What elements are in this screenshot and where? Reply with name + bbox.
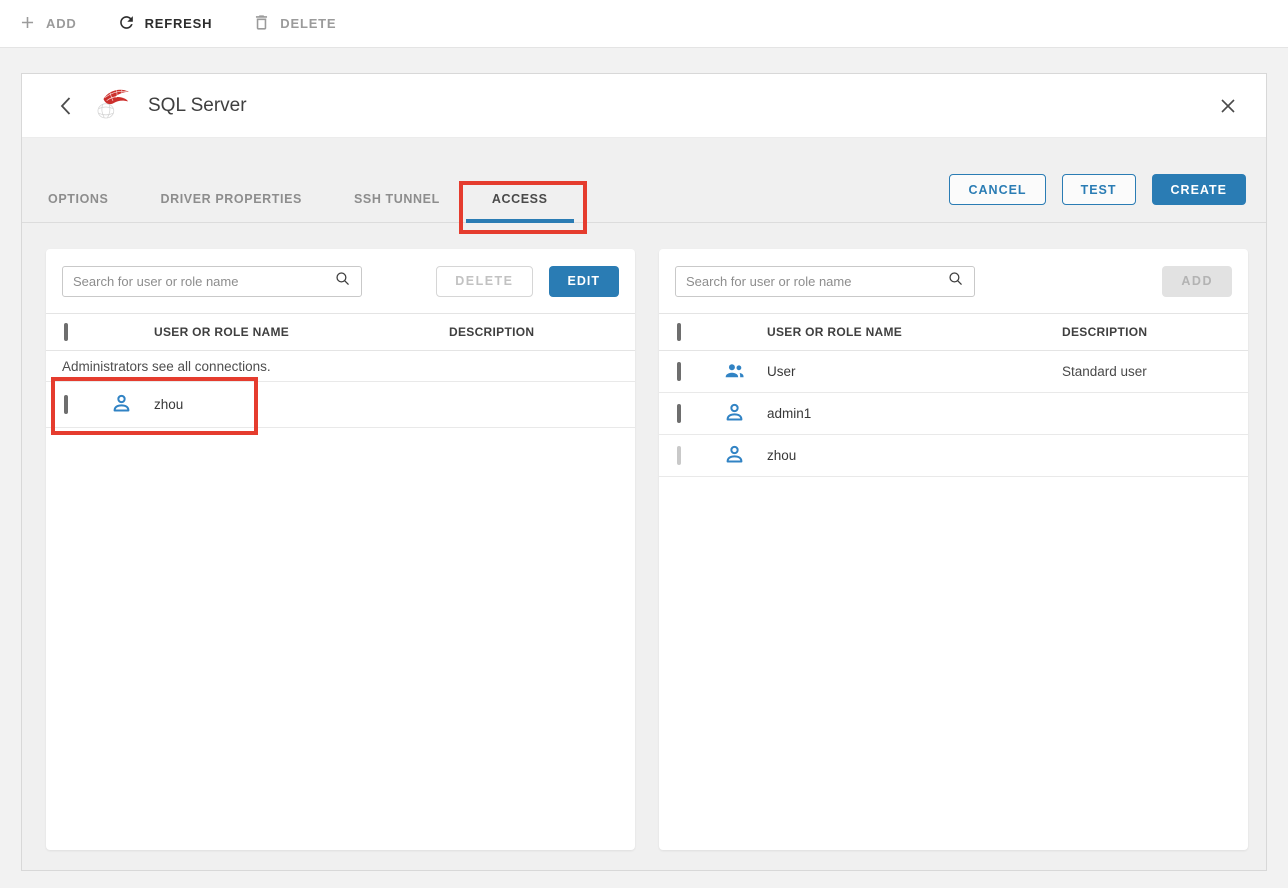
available-users-panel: ADD USER OR ROLE NAME DESCRIPTION [659, 249, 1248, 850]
test-button[interactable]: TEST [1062, 174, 1136, 205]
available-col-description: DESCRIPTION [1062, 325, 1248, 339]
row-name: zhou [144, 397, 449, 412]
grant-add-button[interactable]: ADD [1162, 266, 1232, 297]
row-name: zhou [757, 448, 1062, 463]
row-checkbox[interactable] [677, 362, 681, 381]
tab-driver-properties[interactable]: DRIVER PROPERTIES [134, 176, 327, 222]
search-icon [947, 270, 964, 292]
edit-button[interactable]: EDIT [549, 266, 619, 297]
row-name: admin1 [757, 406, 1062, 421]
refresh-label: REFRESH [145, 16, 213, 31]
refresh-button[interactable]: REFRESH [117, 13, 213, 35]
granted-col-name: USER OR ROLE NAME [144, 325, 449, 339]
tab-options[interactable]: OPTIONS [22, 176, 134, 222]
granted-panel-toolbar: DELETE EDIT [46, 249, 635, 313]
trash-icon [252, 13, 271, 35]
cancel-button[interactable]: CANCEL [949, 174, 1045, 205]
granted-search-input[interactable] [73, 274, 334, 289]
row-checkbox[interactable] [677, 404, 681, 423]
dialog-title: SQL Server [148, 95, 247, 117]
create-button[interactable]: CREATE [1152, 174, 1246, 205]
granted-users-panel: DELETE EDIT USER OR ROLE NAME DESCRIPTIO… [46, 249, 635, 850]
revoke-delete-button[interactable]: DELETE [436, 266, 532, 297]
available-search-box [675, 266, 975, 297]
top-toolbar: ADD REFRESH DELETE [0, 0, 1288, 48]
table-row-available-admin1[interactable]: admin1 [659, 393, 1248, 435]
available-col-name: USER OR ROLE NAME [757, 325, 1062, 339]
add-connection-button[interactable]: ADD [18, 13, 77, 35]
granted-select-all-checkbox[interactable] [64, 323, 68, 341]
connection-dialog: SQL Server OPTIONS DRIVER PROPERTIES SSH… [21, 73, 1267, 871]
user-icon [110, 392, 133, 418]
user-icon [723, 401, 746, 427]
row-name: User [757, 364, 1062, 379]
available-panel-toolbar: ADD [659, 249, 1248, 313]
dialog-actions: CANCEL TEST CREATE [949, 174, 1246, 205]
tab-access[interactable]: ACCESS [466, 176, 574, 222]
table-row-available-user[interactable]: User Standard user [659, 351, 1248, 393]
refresh-icon [117, 13, 136, 35]
tab-ssh-tunnel[interactable]: SSH TUNNEL [328, 176, 466, 222]
row-checkbox[interactable] [64, 395, 68, 414]
delete-label: DELETE [280, 16, 336, 31]
sql-server-logo-icon [94, 84, 132, 127]
dialog-header: SQL Server [22, 74, 1266, 138]
add-label: ADD [46, 16, 77, 31]
user-icon [723, 443, 746, 469]
table-row-granted-zhou[interactable]: zhou [46, 382, 635, 428]
available-table-header: USER OR ROLE NAME DESCRIPTION [659, 313, 1248, 351]
close-icon[interactable] [1214, 92, 1242, 120]
row-checkbox-disabled [677, 446, 681, 465]
available-search-input[interactable] [686, 274, 947, 289]
granted-table-header: USER OR ROLE NAME DESCRIPTION [46, 313, 635, 351]
delete-connection-button[interactable]: DELETE [252, 13, 336, 35]
row-description: Standard user [1062, 364, 1248, 379]
granted-search-box [62, 266, 362, 297]
back-chevron-icon[interactable] [52, 93, 78, 119]
available-select-all-checkbox[interactable] [677, 323, 681, 341]
table-row-available-zhou[interactable]: zhou [659, 435, 1248, 477]
plus-icon [18, 13, 37, 35]
admins-note: Administrators see all connections. [46, 351, 635, 382]
team-icon [723, 359, 746, 385]
granted-col-description: DESCRIPTION [449, 325, 635, 339]
search-icon [334, 270, 351, 292]
